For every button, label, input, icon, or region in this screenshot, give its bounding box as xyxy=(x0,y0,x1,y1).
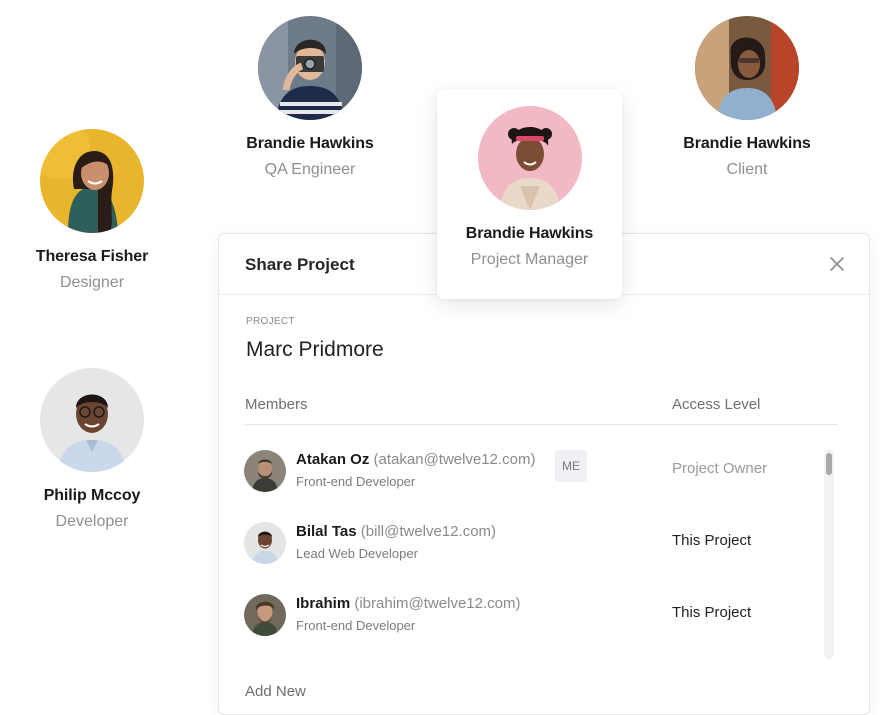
access-level-column-header: Access Level xyxy=(672,396,761,413)
member-email: (atakan@twelve12.com) xyxy=(373,451,536,468)
avatar xyxy=(244,450,286,492)
member-email: (ibrahim@twelve12.com) xyxy=(354,595,521,612)
close-icon xyxy=(830,257,844,271)
members-scrollbar[interactable] xyxy=(824,449,834,659)
project-label: PROJECT xyxy=(246,316,295,327)
team-member-role: QA Engineer xyxy=(264,161,356,178)
team-member-name: Brandie Hawkins xyxy=(683,135,811,152)
member-access-level[interactable]: This Project xyxy=(672,532,751,549)
me-badge: ME xyxy=(555,450,587,482)
add-new-button[interactable]: Add New xyxy=(245,683,306,700)
member-name: Ibrahim (ibrahim@twelve12.com) xyxy=(296,595,520,612)
team-card-philip[interactable]: Philip Mccoy Developer xyxy=(0,368,192,531)
member-role: Front-end Developer xyxy=(296,474,416,489)
share-project-modal: Share Project PROJECT Marc Pridmore Memb… xyxy=(218,233,870,715)
team-card-qa[interactable]: Brandie Hawkins QA Engineer xyxy=(210,16,410,179)
team-card-client[interactable]: Brandie Hawkins Client xyxy=(647,16,847,179)
member-name-text: Atakan Oz xyxy=(296,451,370,468)
close-button[interactable] xyxy=(827,254,847,274)
member-role: Front-end Developer xyxy=(296,618,416,633)
scrollbar-thumb[interactable] xyxy=(826,453,832,475)
header-divider xyxy=(245,424,838,425)
avatar xyxy=(40,368,144,472)
member-name-text: Bilal Tas xyxy=(296,523,357,540)
member-access-level: Project Owner xyxy=(672,460,768,477)
team-card-project-manager[interactable]: Brandie Hawkins Project Manager xyxy=(437,89,622,299)
members-column-header: Members xyxy=(245,396,308,413)
avatar xyxy=(695,16,799,120)
team-member-role: Developer xyxy=(55,513,129,530)
avatar xyxy=(477,106,582,210)
member-row-atakan[interactable]: Atakan Oz (atakan@twelve12.com) Front-en… xyxy=(244,446,824,494)
member-role: Lead Web Developer xyxy=(296,546,418,561)
team-member-name: Theresa Fisher xyxy=(35,248,149,265)
avatar xyxy=(244,594,286,636)
team-member-name: Brandie Hawkins xyxy=(465,225,594,242)
team-member-role: Client xyxy=(726,161,768,178)
team-card-theresa[interactable]: Theresa Fisher Designer xyxy=(0,129,192,292)
team-member-name: Brandie Hawkins xyxy=(246,135,374,152)
avatar xyxy=(40,129,144,233)
member-row-ibrahim[interactable]: Ibrahim (ibrahim@twelve12.com) Front-end… xyxy=(244,590,824,638)
member-name-text: Ibrahim xyxy=(296,595,351,612)
member-name: Bilal Tas (bill@twelve12.com) xyxy=(296,523,496,540)
member-row-bilal[interactable]: Bilal Tas (bill@twelve12.com) Lead Web D… xyxy=(244,518,824,566)
avatar xyxy=(244,522,286,564)
modal-title: Share Project xyxy=(245,255,355,274)
team-member-role: Project Manager xyxy=(470,251,589,268)
avatar xyxy=(258,16,362,120)
project-name: Marc Pridmore xyxy=(246,338,384,361)
team-member-name: Philip Mccoy xyxy=(43,487,141,504)
member-email: (bill@twelve12.com) xyxy=(360,523,497,540)
member-access-level[interactable]: This Project xyxy=(672,604,751,621)
member-name: Atakan Oz (atakan@twelve12.com) xyxy=(296,451,536,468)
team-member-role: Designer xyxy=(59,274,125,291)
